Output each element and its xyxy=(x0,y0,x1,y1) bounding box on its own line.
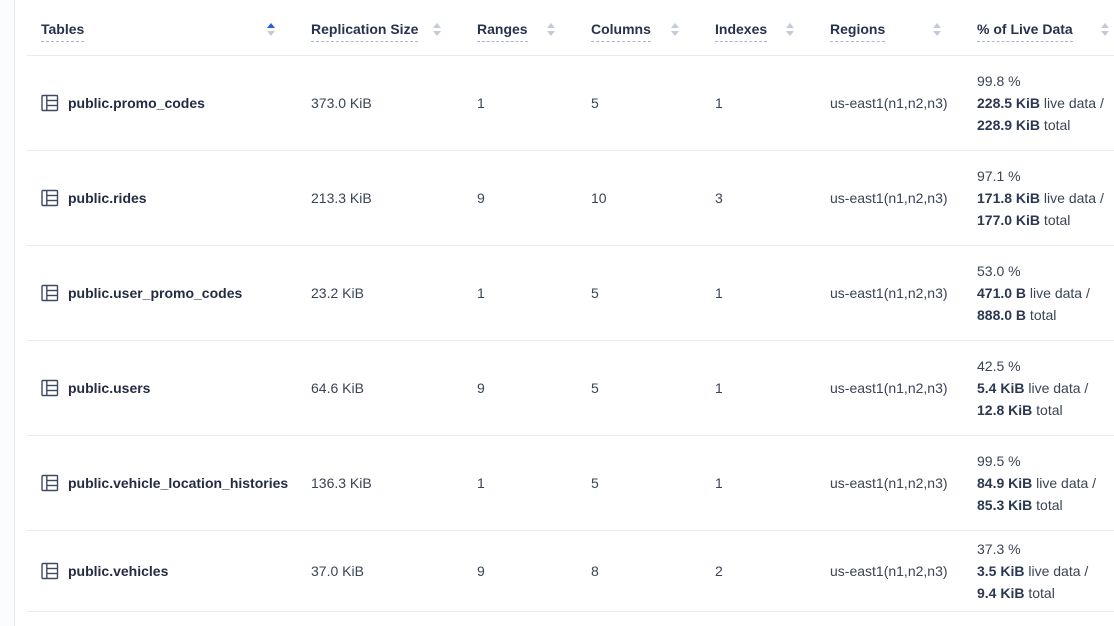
column-header-label: Tables xyxy=(41,21,84,42)
columns-value: 8 xyxy=(577,563,701,579)
column-header-ranges[interactable]: Ranges xyxy=(463,21,577,42)
replication-size-value: 64.6 KiB xyxy=(297,380,463,396)
column-header-live-data[interactable]: % of Live Data xyxy=(963,21,1114,42)
table-row[interactable]: public.vehicle_location_histories 136.3 … xyxy=(27,436,1114,531)
table-icon xyxy=(41,284,59,302)
live-data-cell: 42.5 % 5.4 KiB live data / 12.8 KiB tota… xyxy=(963,355,1114,421)
table-row[interactable]: public.users 64.6 KiB 9 5 1 us-east1(n1,… xyxy=(27,341,1114,436)
ranges-value: 9 xyxy=(463,380,577,396)
column-header-label: Regions xyxy=(830,21,885,42)
live-data-cell: 99.8 % 228.5 KiB live data / 228.9 KiB t… xyxy=(963,70,1114,136)
sort-icon xyxy=(671,23,679,40)
live-size-line: 5.4 KiB live data / xyxy=(977,377,1114,399)
columns-value: 5 xyxy=(577,285,701,301)
column-header-indexes[interactable]: Indexes xyxy=(701,21,816,42)
tables-table: Tables Replication Size Ranges Columns I… xyxy=(27,8,1114,612)
table-icon xyxy=(41,562,59,580)
live-percent: 42.5 % xyxy=(977,355,1114,377)
live-percent: 53.0 % xyxy=(977,260,1114,282)
column-header-regions[interactable]: Regions xyxy=(816,21,963,42)
replication-size-value: 373.0 KiB xyxy=(297,95,463,111)
sort-icon xyxy=(786,23,794,40)
live-size-line: 3.5 KiB live data / xyxy=(977,560,1114,582)
indexes-value: 1 xyxy=(701,285,816,301)
total-size-line: 177.0 KiB total xyxy=(977,209,1114,231)
table-row[interactable]: public.user_promo_codes 23.2 KiB 1 5 1 u… xyxy=(27,246,1114,341)
ranges-value: 9 xyxy=(463,563,577,579)
column-header-label: Indexes xyxy=(715,21,767,42)
table-row[interactable]: public.rides 213.3 KiB 9 10 3 us-east1(n… xyxy=(27,151,1114,246)
replication-size-value: 23.2 KiB xyxy=(297,285,463,301)
column-header-label: % of Live Data xyxy=(977,21,1073,42)
ranges-value: 1 xyxy=(463,95,577,111)
column-header-columns[interactable]: Columns xyxy=(577,21,701,42)
columns-value: 10 xyxy=(577,190,701,206)
regions-value: us-east1(n1,n2,n3) xyxy=(816,380,963,396)
table-icon xyxy=(41,189,59,207)
table-icon xyxy=(41,474,59,492)
live-data-cell: 97.1 % 171.8 KiB live data / 177.0 KiB t… xyxy=(963,165,1114,231)
total-size-line: 85.3 KiB total xyxy=(977,494,1114,516)
total-size-line: 12.8 KiB total xyxy=(977,399,1114,421)
table-name-link[interactable]: public.promo_codes xyxy=(68,95,205,111)
regions-value: us-east1(n1,n2,n3) xyxy=(816,285,963,301)
total-size-line: 9.4 KiB total xyxy=(977,582,1114,604)
live-size-line: 171.8 KiB live data / xyxy=(977,187,1114,209)
tables-list-card: Tables Replication Size Ranges Columns I… xyxy=(14,0,1114,626)
regions-value: us-east1(n1,n2,n3) xyxy=(816,563,963,579)
column-header-replication-size[interactable]: Replication Size xyxy=(297,21,463,42)
column-header-label: Ranges xyxy=(477,21,528,42)
column-header-tables[interactable]: Tables xyxy=(27,21,297,42)
table-icon xyxy=(41,379,59,397)
sort-icon xyxy=(547,23,555,40)
table-name-link[interactable]: public.vehicle_location_histories xyxy=(68,475,288,491)
regions-value: us-east1(n1,n2,n3) xyxy=(816,190,963,206)
replication-size-value: 136.3 KiB xyxy=(297,475,463,491)
columns-value: 5 xyxy=(577,475,701,491)
columns-value: 5 xyxy=(577,95,701,111)
table-header-row: Tables Replication Size Ranges Columns I… xyxy=(27,8,1114,56)
sort-icon xyxy=(433,23,441,40)
indexes-value: 1 xyxy=(701,95,816,111)
table-row[interactable]: public.vehicles 37.0 KiB 9 8 2 us-east1(… xyxy=(27,531,1114,612)
live-data-cell: 99.5 % 84.9 KiB live data / 85.3 KiB tot… xyxy=(963,450,1114,516)
replication-size-value: 213.3 KiB xyxy=(297,190,463,206)
live-data-cell: 53.0 % 471.0 B live data / 888.0 B total xyxy=(963,260,1114,326)
ranges-value: 1 xyxy=(463,285,577,301)
total-size-line: 228.9 KiB total xyxy=(977,114,1114,136)
ranges-value: 1 xyxy=(463,475,577,491)
live-data-cell: 37.3 % 3.5 KiB live data / 9.4 KiB total xyxy=(963,538,1114,604)
table-name-link[interactable]: public.rides xyxy=(68,190,147,206)
table-name-link[interactable]: public.users xyxy=(68,380,150,396)
columns-value: 5 xyxy=(577,380,701,396)
live-size-line: 228.5 KiB live data / xyxy=(977,92,1114,114)
table-name-link[interactable]: public.vehicles xyxy=(68,563,168,579)
column-header-label: Replication Size xyxy=(311,21,418,42)
live-size-line: 84.9 KiB live data / xyxy=(977,472,1114,494)
sort-icon xyxy=(933,23,941,40)
replication-size-value: 37.0 KiB xyxy=(297,563,463,579)
table-icon xyxy=(41,94,59,112)
total-size-line: 888.0 B total xyxy=(977,304,1114,326)
live-size-line: 471.0 B live data / xyxy=(977,282,1114,304)
table-row[interactable]: public.promo_codes 373.0 KiB 1 5 1 us-ea… xyxy=(27,56,1114,151)
regions-value: us-east1(n1,n2,n3) xyxy=(816,475,963,491)
table-name-link[interactable]: public.user_promo_codes xyxy=(68,285,242,301)
live-percent: 99.8 % xyxy=(977,70,1114,92)
live-percent: 97.1 % xyxy=(977,165,1114,187)
regions-value: us-east1(n1,n2,n3) xyxy=(816,95,963,111)
indexes-value: 1 xyxy=(701,475,816,491)
indexes-value: 3 xyxy=(701,190,816,206)
sort-icon xyxy=(267,23,275,40)
indexes-value: 1 xyxy=(701,380,816,396)
tables-page: Tables Replication Size Ranges Columns I… xyxy=(0,0,1114,626)
column-header-label: Columns xyxy=(591,21,651,42)
ranges-value: 9 xyxy=(463,190,577,206)
indexes-value: 2 xyxy=(701,563,816,579)
live-percent: 37.3 % xyxy=(977,538,1114,560)
live-percent: 99.5 % xyxy=(977,450,1114,472)
sort-icon xyxy=(1101,23,1109,40)
